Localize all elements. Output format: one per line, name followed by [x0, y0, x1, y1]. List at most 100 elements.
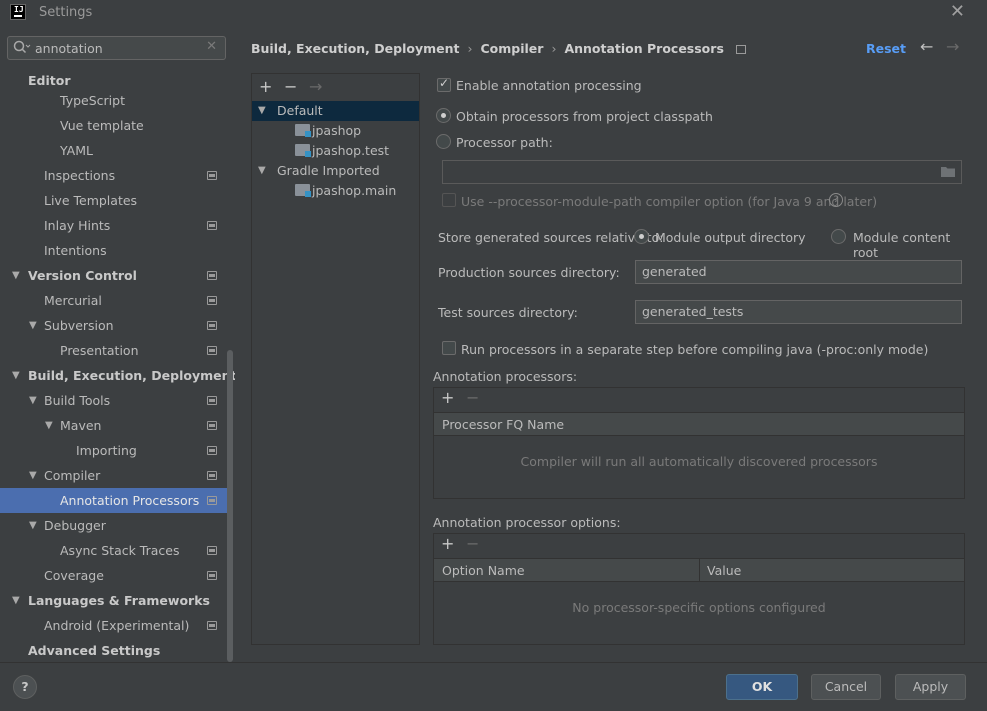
module-tree-item-jpashop-test[interactable]: jpashop.test — [252, 141, 419, 161]
module-tree-item-jpashop-main[interactable]: jpashop.main — [252, 181, 419, 201]
sidebar-item-advanced-settings[interactable]: Advanced Settings — [0, 638, 233, 663]
module-folder-icon — [295, 124, 311, 137]
project-settings-icon — [207, 171, 217, 180]
obtain-classpath-label: Obtain processors from project classpath — [456, 109, 713, 124]
sidebar-item-debugger[interactable]: ▼ Debugger — [0, 513, 233, 538]
sidebar-item-version-control[interactable]: ▼ Version Control — [0, 263, 233, 288]
sidebar-item-async-stack-traces[interactable]: Async Stack Traces — [0, 538, 233, 563]
sidebar-item-languages-frameworks[interactable]: ▼ Languages & Frameworks — [0, 588, 233, 613]
enable-processing-checkbox[interactable] — [437, 76, 451, 92]
chevron-down-icon[interactable]: ▼ — [29, 463, 37, 488]
chevron-down-icon[interactable]: ▼ — [45, 413, 53, 438]
chevron-down-icon[interactable]: ▼ — [29, 388, 37, 413]
module-tree-item-jpashop[interactable]: jpashop — [252, 121, 419, 141]
processor-path-radio[interactable] — [436, 134, 451, 149]
sidebar-item-mercurial[interactable]: Mercurial — [0, 288, 233, 313]
column-divider — [699, 559, 700, 582]
move-arrow-icon: → — [309, 77, 323, 96]
breadcrumb: Build, Execution, Deployment › Compiler › An… — [251, 41, 746, 56]
sidebar-item-annotation-processors[interactable]: Annotation Processors — [0, 488, 233, 513]
chevron-right-icon: › — [551, 41, 557, 56]
module-tree-item-gradle-imported[interactable]: ▼ Gradle Imported — [252, 161, 419, 181]
options-section-title: Annotation processor options: — [433, 515, 621, 530]
module-toolbar: + − → — [252, 74, 419, 100]
processor-path-field — [442, 160, 962, 184]
sidebar-scrollbar[interactable] — [227, 350, 233, 662]
module-content-radio[interactable] — [831, 229, 846, 244]
settings-search[interactable]: ✕ — [7, 36, 226, 60]
project-settings-icon — [207, 446, 217, 455]
enable-processing-label: Enable annotation processing — [456, 78, 642, 93]
breadcrumb-item[interactable]: Build, Execution, Deployment — [251, 41, 459, 56]
chevron-down-icon[interactable]: ▼ — [258, 101, 266, 121]
production-dir-field[interactable]: generated — [635, 260, 962, 284]
back-arrow-icon[interactable]: ← — [920, 37, 933, 56]
remove-icon: − — [466, 388, 480, 407]
add-icon[interactable]: + — [441, 388, 454, 407]
sidebar-item-compiler[interactable]: ▼ Compiler — [0, 463, 233, 488]
run-separate-checkbox[interactable] — [442, 341, 456, 355]
sidebar-item-importing[interactable]: Importing — [0, 438, 233, 463]
project-settings-icon — [207, 321, 217, 330]
chevron-right-icon: › — [467, 41, 473, 56]
options-table: + − Option Name Value No processor-speci… — [433, 533, 965, 645]
title-bar: IJ Settings ✕ — [0, 0, 987, 26]
use-module-path-label: Use --processor-module-path compiler opt… — [461, 194, 878, 209]
help-button[interactable]: ? — [13, 675, 37, 699]
intellij-app-icon: IJ — [10, 4, 26, 20]
run-separate-label: Run processors in a separate step before… — [461, 342, 929, 357]
apply-button[interactable]: Apply — [895, 674, 966, 700]
sidebar-item-inlay-hints[interactable]: Inlay Hints — [0, 213, 233, 238]
sidebar-item-presentation[interactable]: Presentation — [0, 338, 233, 363]
column-header[interactable]: Value — [707, 559, 741, 582]
options-table-header: Option Name Value — [434, 558, 964, 582]
chevron-down-icon[interactable]: ▼ — [12, 588, 20, 613]
sidebar-item-maven[interactable]: ▼ Maven — [0, 413, 233, 438]
test-dir-field[interactable]: generated_tests — [635, 300, 962, 324]
processor-path-label: Processor path: — [456, 135, 553, 150]
use-module-path-checkbox — [442, 193, 456, 207]
processors-table-header: Processor FQ Name — [434, 412, 964, 436]
add-icon[interactable]: + — [441, 534, 454, 553]
sidebar-item-coverage[interactable]: Coverage — [0, 563, 233, 588]
chevron-down-icon[interactable]: ▼ — [12, 363, 20, 388]
project-settings-icon — [207, 346, 217, 355]
sidebar-item-inspections[interactable]: Inspections — [0, 163, 233, 188]
clear-search-icon[interactable]: ✕ — [206, 39, 217, 54]
chevron-down-icon[interactable]: ▼ — [258, 161, 266, 181]
project-settings-icon — [207, 571, 217, 580]
obtain-classpath-radio[interactable] — [436, 108, 451, 123]
chevron-down-icon[interactable]: ▼ — [12, 263, 20, 288]
sidebar-item-yaml[interactable]: YAML — [0, 138, 233, 163]
sidebar-item-build-tools[interactable]: ▼ Build Tools — [0, 388, 233, 413]
chevron-down-icon[interactable]: ▼ — [29, 313, 37, 338]
sidebar-item-android-experimental[interactable]: Android (Experimental) — [0, 613, 233, 638]
search-input[interactable] — [35, 39, 205, 57]
module-folder-icon — [295, 144, 311, 157]
breadcrumb-item[interactable]: Compiler — [480, 41, 543, 56]
project-settings-icon — [207, 421, 217, 430]
settings-sidebar: ✕ Editor TypeScript Vue template YAML In… — [0, 26, 236, 663]
module-tree-item-default[interactable]: ▼ Default — [252, 101, 419, 121]
module-folder-icon — [295, 184, 311, 197]
add-icon[interactable]: + — [259, 77, 272, 96]
column-header[interactable]: Option Name — [442, 559, 525, 582]
sidebar-item-subversion[interactable]: ▼ Subversion — [0, 313, 233, 338]
production-dir-label: Production sources directory: — [438, 265, 620, 280]
module-output-label: Module output directory — [655, 230, 806, 245]
sidebar-item-build-execution-deployment[interactable]: ▼ Build, Execution, Deployment — [0, 363, 236, 388]
close-icon[interactable]: ✕ — [950, 1, 965, 22]
chevron-down-icon[interactable]: ▼ — [29, 513, 37, 538]
ok-button[interactable]: OK — [726, 674, 798, 700]
remove-icon[interactable]: − — [284, 77, 297, 96]
cancel-button[interactable]: Cancel — [811, 674, 881, 700]
sidebar-item-vue-template[interactable]: Vue template — [0, 113, 233, 138]
sidebar-item-live-templates[interactable]: Live Templates — [0, 188, 233, 213]
reset-link[interactable]: Reset — [866, 41, 906, 56]
help-question-icon[interactable]: ? — [829, 193, 843, 207]
project-settings-icon — [207, 221, 217, 230]
sidebar-item-intentions[interactable]: Intentions — [0, 238, 233, 263]
column-header[interactable]: Processor FQ Name — [442, 413, 564, 436]
module-output-radio[interactable] — [634, 229, 649, 244]
sidebar-item-typescript[interactable]: TypeScript — [0, 88, 233, 113]
